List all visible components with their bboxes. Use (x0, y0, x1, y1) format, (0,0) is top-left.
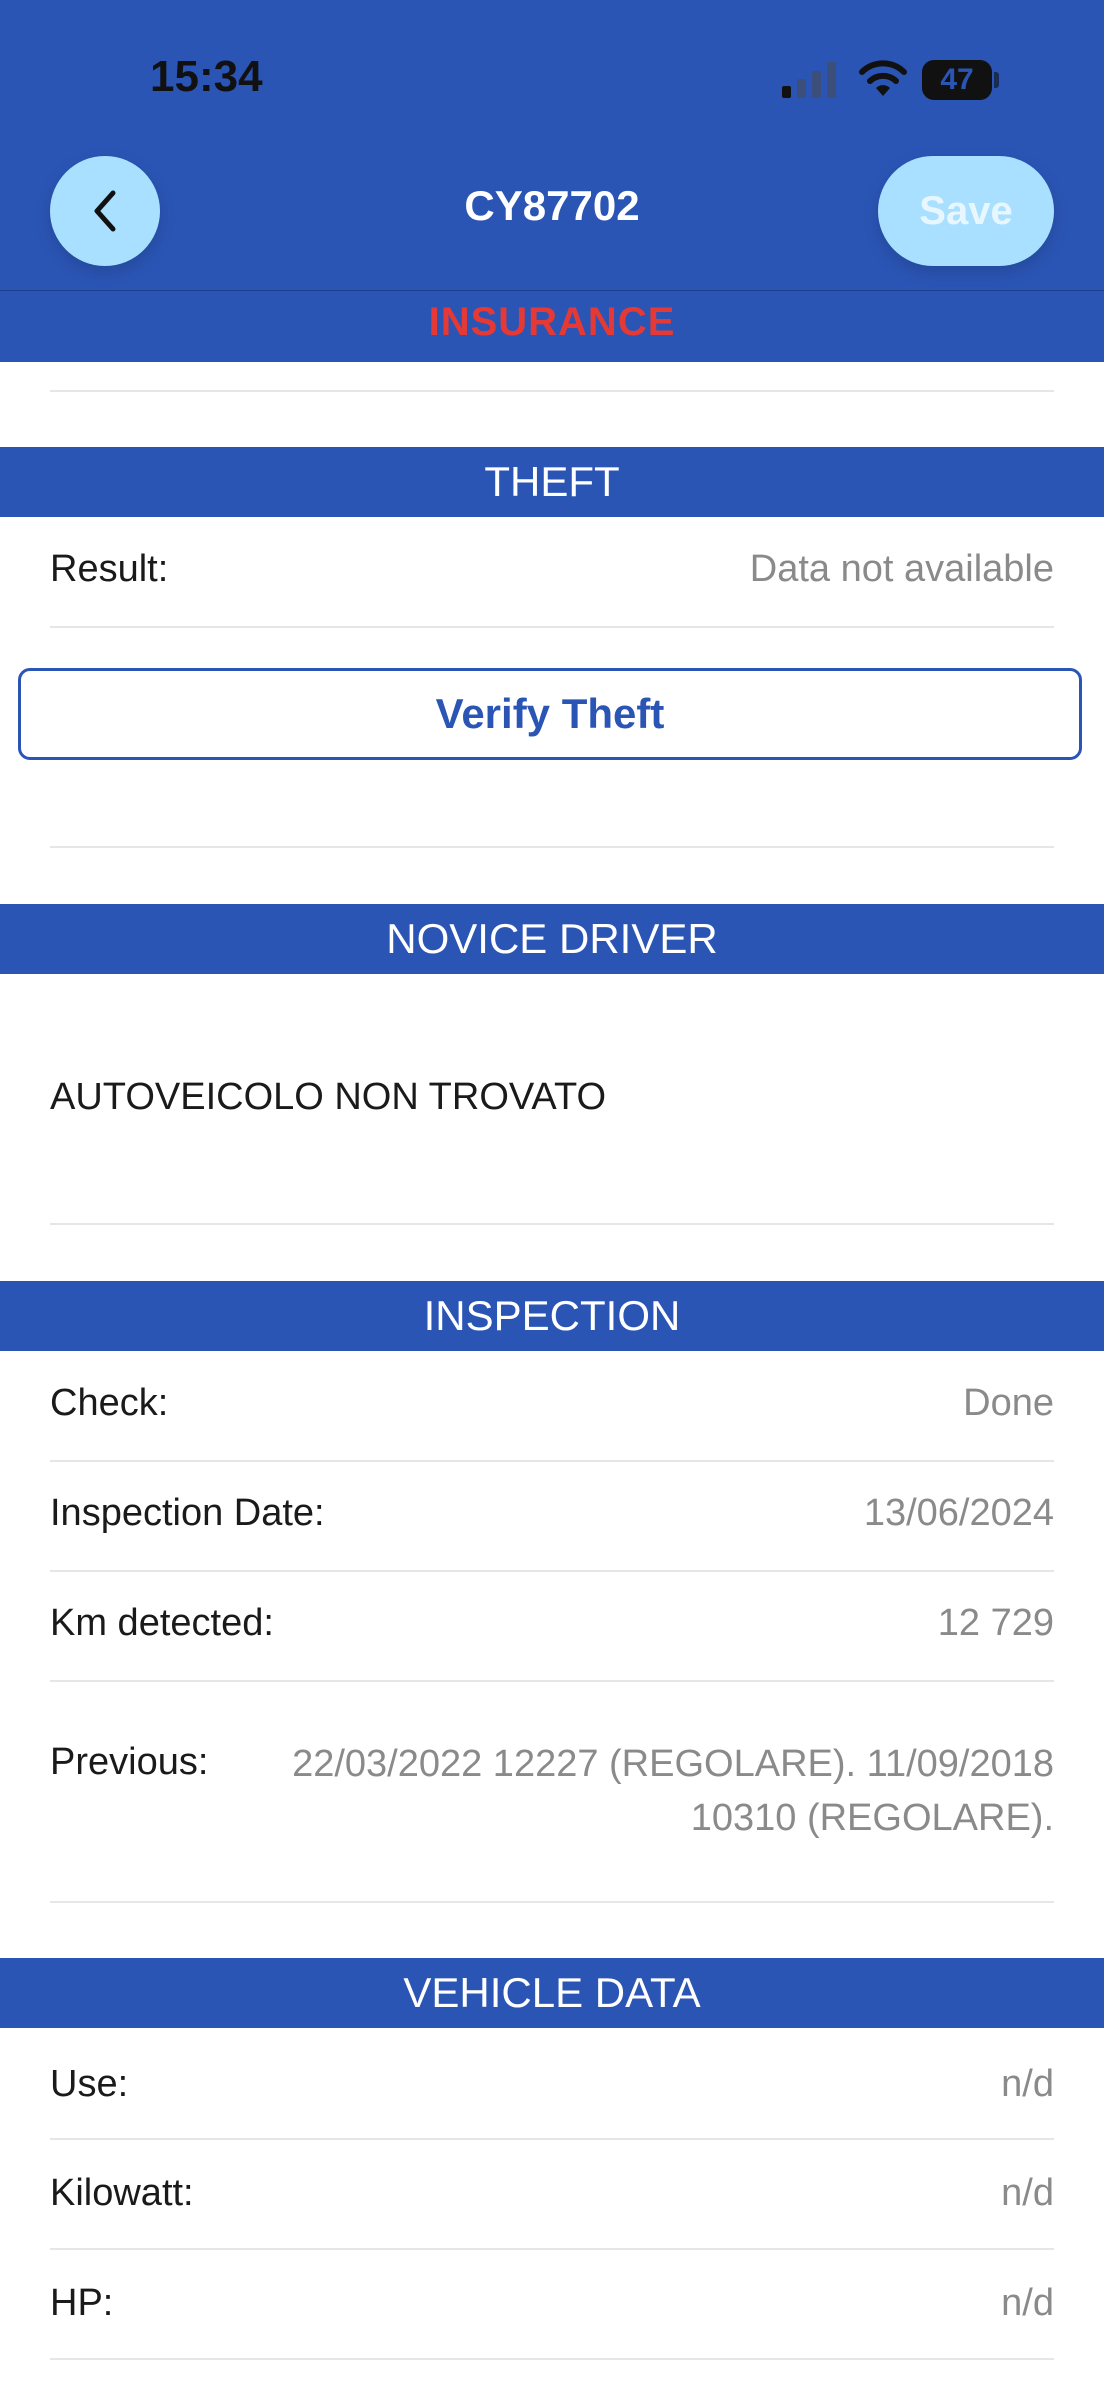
divider (50, 1901, 1054, 1903)
app-header: 15:34 47 CY87702 Save INSURANCE (0, 0, 1104, 362)
divider (50, 626, 1054, 628)
battery-tip (994, 72, 999, 88)
header-divider (0, 290, 1104, 291)
novice-driver-section-header: NOVICE DRIVER (0, 904, 1104, 974)
use-value: n/d (1001, 2063, 1054, 2105)
previous-label: Previous: (50, 1741, 209, 1783)
novice-driver-message: AUTOVEICOLO NON TROVATO (50, 1076, 607, 1118)
divider (50, 2248, 1054, 2250)
check-label: Check: (50, 1382, 169, 1424)
battery-icon: 47 (922, 60, 992, 100)
hp-value: n/d (1001, 2282, 1054, 2324)
divider (50, 2138, 1054, 2140)
vehicle-data-section-header: VEHICLE DATA (0, 1958, 1104, 2028)
kilowatt-value: n/d (1001, 2172, 1054, 2214)
section-subtitle: INSURANCE (428, 300, 676, 344)
km-detected-label: Km detected: (50, 1602, 274, 1644)
hp-label: HP: (50, 2282, 114, 2324)
inspection-date-label: Inspection Date: (50, 1492, 325, 1534)
cellular-signal-icon (782, 62, 836, 98)
status-time: 15:34 (150, 52, 263, 101)
previous-value-line2: 10310 (REGOLARE). (690, 1797, 1054, 1839)
divider (50, 1680, 1054, 1682)
inspection-date-value: 13/06/2024 (863, 1492, 1054, 1534)
use-label: Use: (50, 2063, 129, 2105)
verify-theft-button[interactable]: Verify Theft (18, 668, 1082, 760)
kilowatt-label: Kilowatt: (50, 2172, 194, 2214)
divider (50, 1460, 1054, 1462)
divider (50, 1570, 1054, 1572)
divider (50, 390, 1054, 392)
result-label: Result: (50, 548, 169, 590)
theft-section-header: THEFT (0, 447, 1104, 517)
result-value: Data not available (749, 548, 1054, 590)
previous-value-line1: 22/03/2022 12227 (REGOLARE). 11/09/2018 (292, 1743, 1054, 1785)
inspection-section-header: INSPECTION (0, 1281, 1104, 1351)
save-button[interactable]: Save (878, 156, 1054, 266)
check-value: Done (963, 1382, 1054, 1424)
km-detected-value: 12 729 (937, 1602, 1054, 1644)
divider (50, 1223, 1054, 1225)
divider (50, 846, 1054, 848)
previous-value: 22/03/2022 12227 (REGOLARE). 11/09/2018 … (226, 1737, 1054, 1845)
wifi-icon (859, 60, 907, 96)
divider (50, 2358, 1054, 2360)
